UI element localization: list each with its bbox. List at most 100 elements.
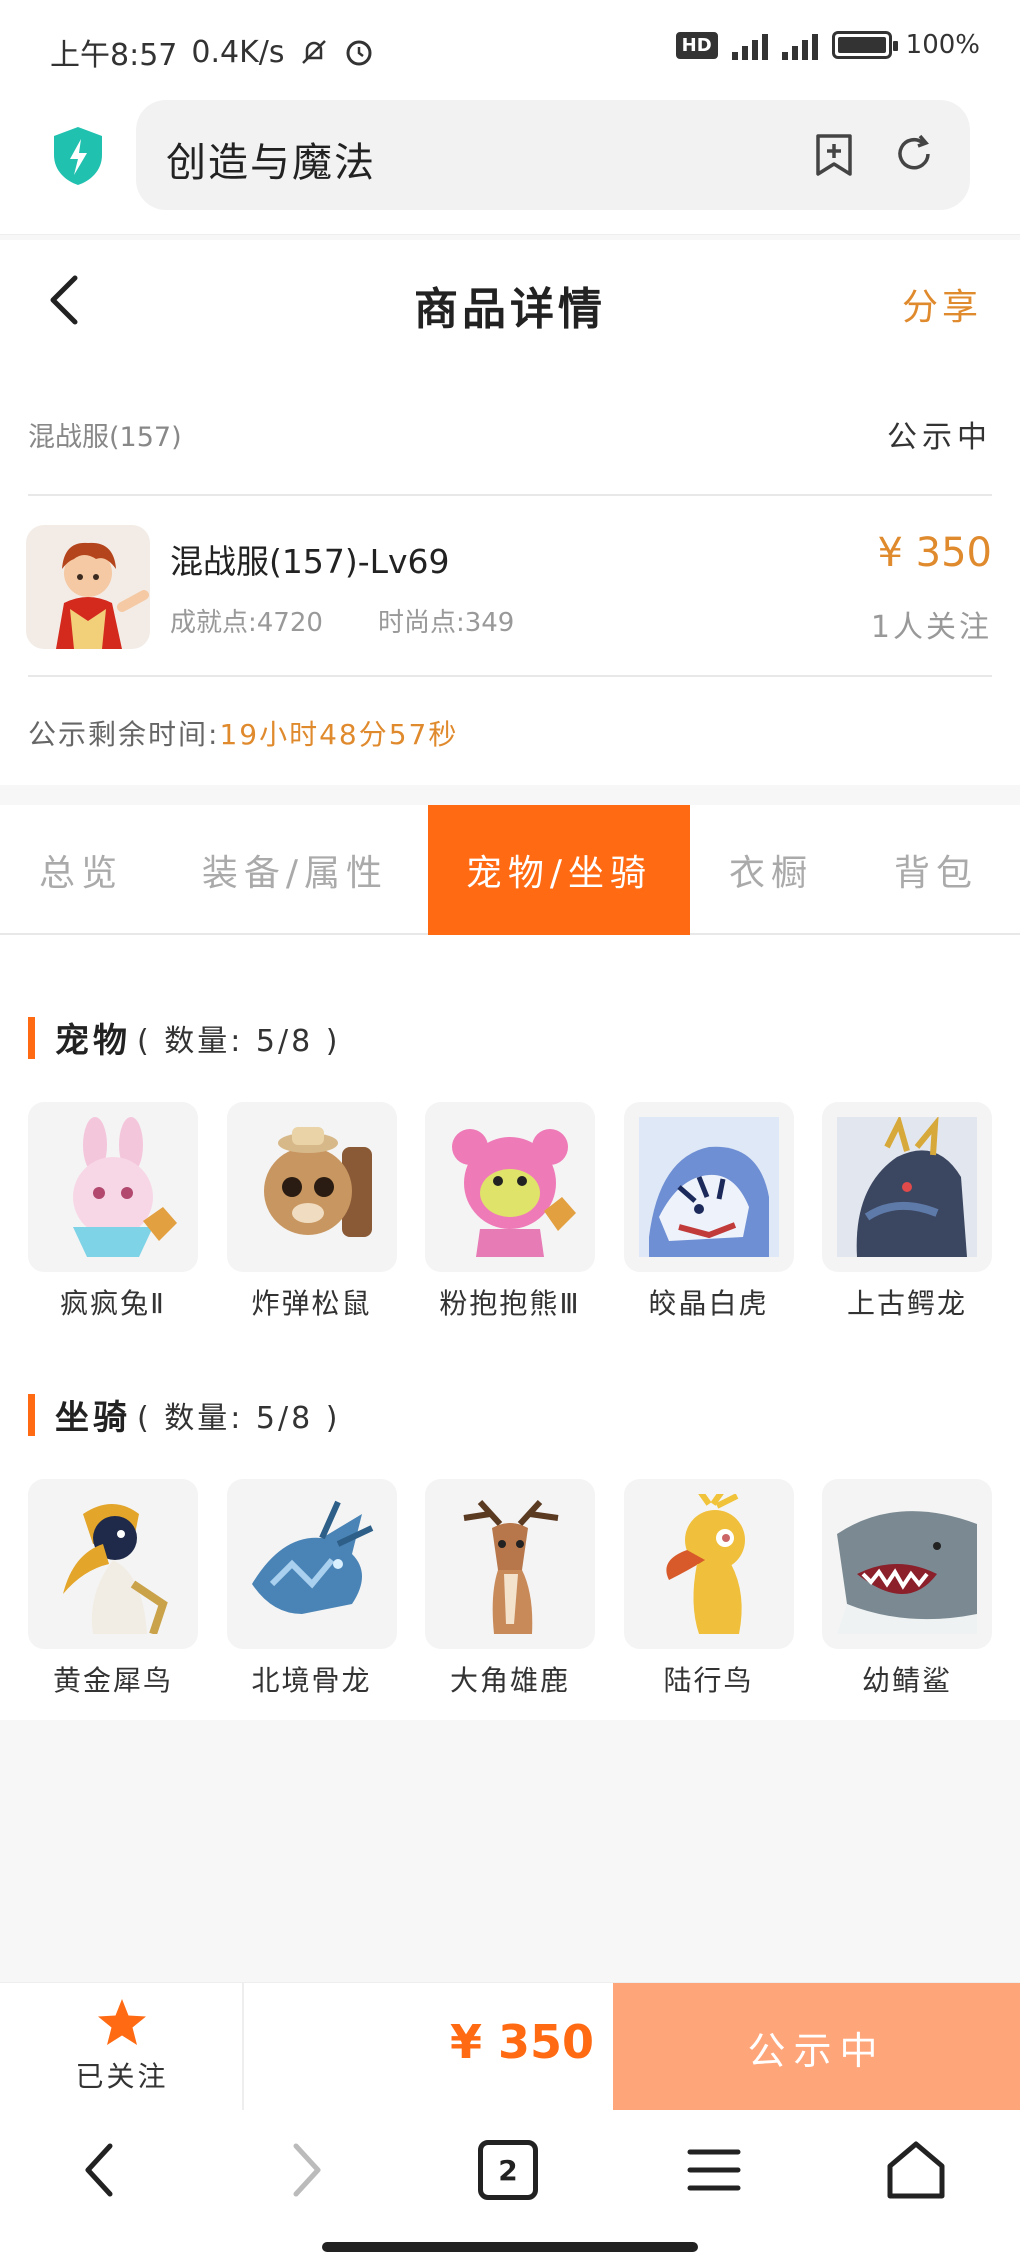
publicity-status: 公示中: [887, 420, 992, 455]
tab-wardrobe[interactable]: 衣橱: [690, 805, 852, 935]
share-button[interactable]: 分享: [902, 278, 982, 330]
mount-name: 大角雄鹿: [449, 1664, 570, 1697]
tab-pets-mounts[interactable]: 宠物/坐骑: [428, 805, 690, 935]
pet-name: 疯疯兔Ⅱ: [60, 1287, 166, 1320]
signal-icon-1: [731, 30, 768, 60]
pet-name: 上古鳄龙: [846, 1287, 967, 1320]
status-right: HD 100%: [675, 30, 980, 60]
pets-count: ( 数量: 5/8 ): [137, 1023, 341, 1059]
deer-icon: [463, 1499, 559, 1634]
mount-name: 黄金犀鸟: [52, 1664, 173, 1697]
signal-icon-2: [781, 30, 818, 60]
refresh-icon[interactable]: [890, 130, 938, 178]
tab-overview[interactable]: 总览: [0, 805, 162, 935]
pet-name: 炸弹松鼠: [251, 1287, 372, 1320]
home-indicator[interactable]: [322, 2242, 698, 2252]
mount-thumb: [822, 1479, 992, 1649]
pets-mounts-panel: 宠物 ( 数量: 5/8 ) 疯疯兔Ⅱ 炸弹松鼠 粉抱抱熊Ⅲ 皎晶白虎 上古鳄龙…: [0, 935, 1020, 1720]
mounts-heading: 坐骑: [55, 1398, 131, 1438]
remaining-label: 公示剩余时间:: [28, 718, 220, 751]
tiger-icon: [638, 1117, 779, 1257]
mounts-grid: 黄金犀鸟 北境骨龙 大角雄鹿 陆行鸟 幼鲭鲨: [28, 1479, 992, 1699]
status-bar: 上午8:57 0.4K/s HD 100%: [0, 0, 1020, 95]
bookmark-add-icon[interactable]: [810, 130, 858, 178]
hd-badge: HD: [675, 31, 718, 59]
mute-bell-icon: [301, 40, 326, 64]
mount-item[interactable]: 黄金犀鸟: [28, 1479, 198, 1699]
pet-thumb: [226, 1102, 397, 1272]
page-header: 商品详情 分享: [0, 240, 1020, 360]
shark-icon: [837, 1511, 977, 1634]
pet-item[interactable]: 疯疯兔Ⅱ: [28, 1102, 198, 1322]
character-avatar[interactable]: [26, 525, 150, 649]
pet-thumb: [822, 1102, 992, 1272]
mounts-section-title: 坐骑 ( 数量: 5/8 ): [28, 1390, 340, 1439]
squirrel-icon: [263, 1127, 372, 1237]
pets-section-title: 宠物 ( 数量: 5/8 ): [28, 1013, 340, 1062]
hornbill-icon: [63, 1504, 168, 1634]
nav-forward-icon[interactable]: [272, 2138, 336, 2202]
character-name: 混战服(157)-Lv69: [170, 542, 450, 581]
pet-thumb: [425, 1102, 595, 1272]
follower-count: 1人关注: [870, 610, 992, 645]
mount-thumb: [425, 1479, 595, 1649]
mount-item[interactable]: 陆行鸟: [623, 1479, 794, 1699]
chocobo-icon: [665, 1494, 745, 1634]
follow-label: 已关注: [75, 2060, 169, 2093]
tabs-count-button[interactable]: 2: [478, 2140, 538, 2200]
mount-name: 北境骨龙: [251, 1664, 372, 1697]
mount-item[interactable]: 北境骨龙: [226, 1479, 397, 1699]
remaining-value: 19小时48分57秒: [219, 718, 459, 751]
clock: 上午8:57: [50, 38, 178, 73]
alarm-icon: [346, 40, 371, 66]
address-field[interactable]: 创造与魔法: [136, 100, 970, 210]
pets-heading: 宠物: [55, 1021, 131, 1061]
tab-backpack[interactable]: 背包: [852, 805, 1020, 935]
divider: [28, 675, 992, 677]
pet-item[interactable]: 粉抱抱熊Ⅲ: [425, 1102, 595, 1322]
bottom-price: ¥ 350: [450, 2015, 595, 2069]
section-marker: [28, 1393, 35, 1436]
mount-name: 陆行鸟: [663, 1664, 754, 1697]
security-shield-icon[interactable]: [50, 125, 106, 187]
follow-button[interactable]: 已关注: [0, 1983, 244, 2111]
mounts-count: ( 数量: 5/8 ): [137, 1400, 341, 1436]
product-info: 混战服(157) 公示中 混战服(157)-Lv69 成就点:4720 时尚点:3…: [0, 360, 1020, 785]
section-marker: [28, 1016, 35, 1059]
detail-tabs: 总览 装备/属性 宠物/坐骑 衣橱 背包: [0, 805, 1020, 935]
bottom-action-bar: 已关注 ¥ 350 公示中: [0, 1982, 1020, 2111]
mount-item[interactable]: 幼鲭鲨: [822, 1479, 992, 1699]
server-name: 混战服(157): [28, 422, 182, 453]
home-icon[interactable]: [884, 2138, 948, 2202]
net-speed: 0.4K/s: [191, 34, 285, 70]
bear-icon: [452, 1129, 576, 1257]
page-title: 商品详情: [414, 284, 606, 335]
fashion-points: 时尚点:349: [377, 608, 515, 638]
rabbit-icon: [73, 1117, 177, 1257]
status-left: 上午8:57 0.4K/s: [50, 30, 375, 74]
address-text: 创造与魔法: [166, 140, 376, 186]
star-icon: [98, 1999, 146, 2045]
pet-thumb: [623, 1102, 794, 1272]
battery-level: 100%: [905, 30, 980, 60]
publicity-button[interactable]: 公示中: [613, 1983, 1020, 2111]
mount-name: 幼鲭鲨: [861, 1664, 952, 1697]
pet-name: 粉抱抱熊Ⅲ: [439, 1287, 581, 1320]
pet-item[interactable]: 炸弹松鼠: [226, 1102, 397, 1322]
mount-thumb: [28, 1479, 198, 1649]
browser-url-bar: 创造与魔法: [0, 95, 1020, 235]
pet-item[interactable]: 皎晶白虎: [623, 1102, 794, 1322]
nav-back-icon[interactable]: [70, 2138, 134, 2202]
divider: [28, 494, 992, 496]
pets-grid: 疯疯兔Ⅱ 炸弹松鼠 粉抱抱熊Ⅲ 皎晶白虎 上古鳄龙: [28, 1102, 992, 1322]
dragon-icon: [837, 1117, 977, 1257]
pet-thumb: [28, 1102, 198, 1272]
character-stats: 成就点:4720 时尚点:349: [170, 602, 514, 639]
menu-icon[interactable]: [682, 2138, 746, 2202]
pet-item[interactable]: 上古鳄龙: [822, 1102, 992, 1322]
battery-icon: [831, 31, 898, 59]
mount-item[interactable]: 大角雄鹿: [425, 1479, 595, 1699]
pet-name: 皎晶白虎: [648, 1287, 769, 1320]
tab-equipment[interactable]: 装备/属性: [162, 805, 428, 935]
achievement-points: 成就点:4720: [170, 608, 323, 638]
